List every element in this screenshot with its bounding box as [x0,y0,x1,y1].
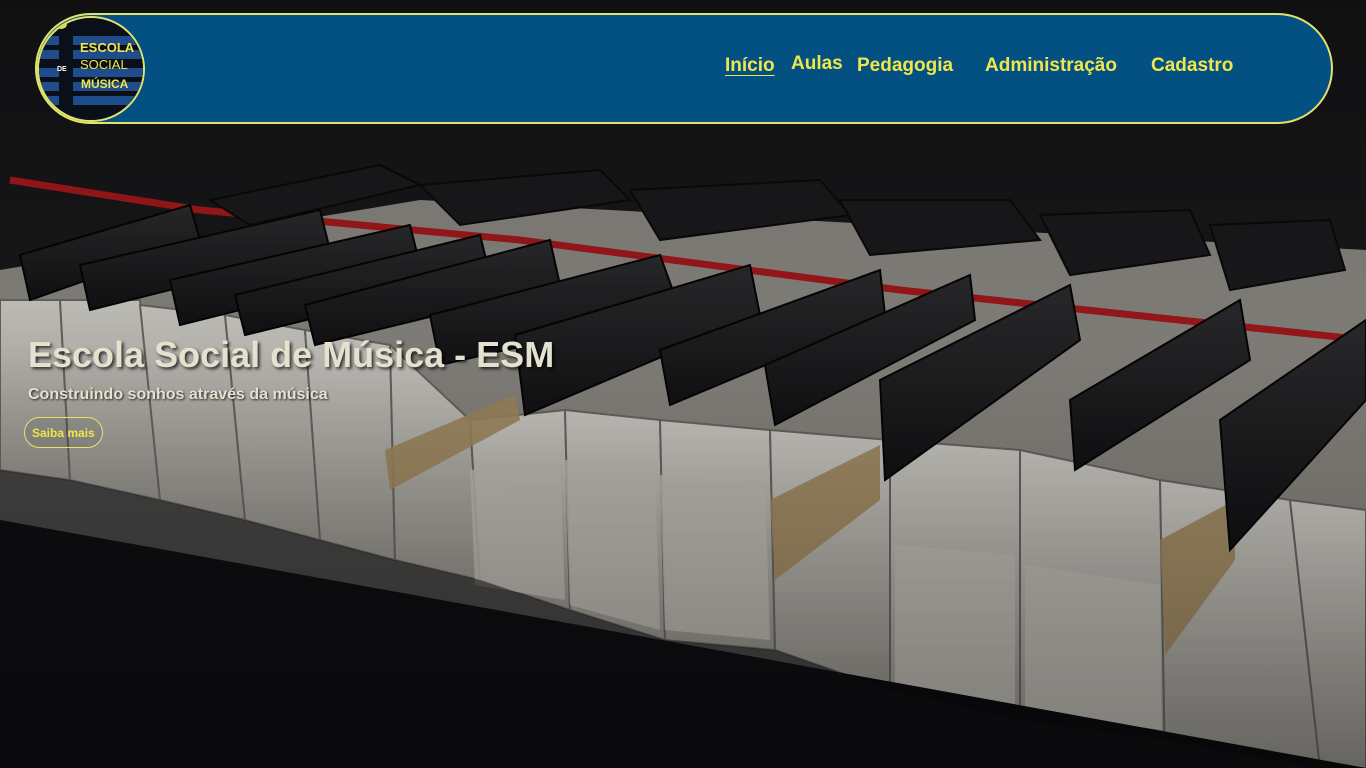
nav-link-pedagogia[interactable]: Pedagogia [857,55,953,77]
nav-link-aulas[interactable]: Aulas [791,53,843,75]
nav-link-inicio[interactable]: Início [725,55,775,77]
navbar: ESCOLA DE SOCIAL MÚSICA Início Aulas Ped… [35,13,1333,124]
nav-link-administracao[interactable]: Administração [985,55,1117,77]
nav-menu: Início Aulas Pedagogia Administração Cad… [37,15,1331,122]
saiba-mais-button[interactable]: Saiba mais [24,417,103,448]
hero-title: Escola Social de Música - ESM [28,334,555,375]
nav-link-cadastro[interactable]: Cadastro [1151,55,1233,77]
hero-subtitle: Construindo sonhos através da música [28,386,328,403]
